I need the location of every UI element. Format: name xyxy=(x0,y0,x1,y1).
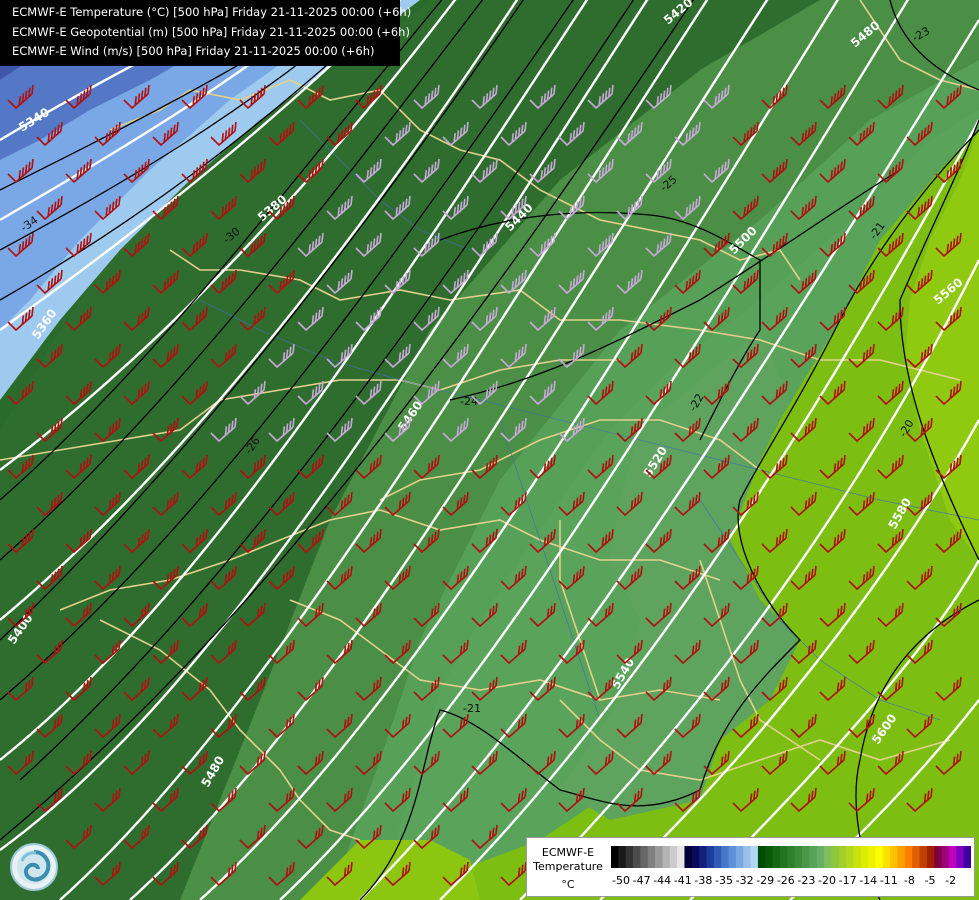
legend-color-swatch xyxy=(868,846,876,868)
legend-color-swatch xyxy=(691,846,700,868)
legend-color-swatch xyxy=(919,846,928,868)
legend-tick-label: -47 xyxy=(632,874,651,887)
legend-color-swatch xyxy=(846,846,854,868)
legend-color-swatch xyxy=(618,846,627,868)
legend-color-swatch xyxy=(677,846,685,868)
legend-tick-label: -23 xyxy=(797,874,816,887)
header-wind-line: ECMWF-E Wind (m/s) [500 hPa] Friday 21-1… xyxy=(12,44,375,58)
legend-color-swatch xyxy=(787,846,796,868)
legend-color-swatch xyxy=(750,846,759,868)
legend-color-swatch xyxy=(904,846,913,868)
legend-color-swatch xyxy=(633,846,641,868)
legend-tick-label: -20 xyxy=(818,874,836,887)
legend-tick-label: -8 xyxy=(903,874,915,887)
legend-color-swatch xyxy=(802,846,810,868)
legend-tick-label: -5 xyxy=(924,874,936,887)
legend-color-swatch xyxy=(713,846,722,868)
logo-icon xyxy=(10,843,58,891)
legend-color-swatch xyxy=(831,846,840,868)
legend-color-swatch xyxy=(684,846,693,868)
temperature-legend: ECMWF-E Temperature °C -50 -47 -44 -41 -38 -3… xyxy=(526,837,975,897)
legend-color-swatch xyxy=(941,846,950,868)
legend-color-swatch xyxy=(926,846,935,868)
legend-color-swatch xyxy=(655,846,663,868)
legend-color-swatch xyxy=(860,846,869,868)
legend-color-swatch xyxy=(897,846,906,868)
legend-title-model: ECMWF-E xyxy=(541,846,595,859)
map-header: ECMWF-E Temperature (°C) [500 hPa] Frida… xyxy=(0,0,412,66)
legend-color-swatch xyxy=(890,846,898,868)
legend-color-swatch xyxy=(743,846,751,868)
legend-color-swatch xyxy=(956,846,965,868)
legend-color-swatch xyxy=(647,846,656,868)
legend-color-swatch xyxy=(699,846,707,868)
legend-color-swatch xyxy=(882,846,891,868)
legend-tick-label: -14 xyxy=(859,874,878,887)
legend-color-swatch xyxy=(838,846,847,868)
temp-label: -21 xyxy=(463,702,481,715)
legend-color-swatch xyxy=(765,846,774,868)
legend-color-swatch xyxy=(934,846,943,868)
weather-map: 5340 5360 5380 5420 5440 5460 5480 5500 … xyxy=(0,0,979,900)
legend-tick-label: -32 xyxy=(735,874,754,887)
legend-color-swatch xyxy=(824,846,832,868)
legend-tick-label: -11 xyxy=(879,874,898,887)
legend-colorbar xyxy=(611,846,971,868)
legend-tick-label: -41 xyxy=(673,874,692,887)
legend-tick-label: -44 xyxy=(653,874,672,887)
legend-ticks: -50 -47 -44 -41 -38 -35 -32 -29 -26 -23 -20 -17 -14-… xyxy=(611,874,971,890)
legend-color-swatch xyxy=(728,846,737,868)
legend-color-swatch xyxy=(721,846,729,868)
legend-color-swatch xyxy=(816,846,825,868)
legend-tick-label: -26 xyxy=(776,874,795,887)
legend-color-swatch xyxy=(662,846,671,868)
legend-tick-label: -50 xyxy=(612,874,630,887)
legend-color-swatch xyxy=(735,846,744,868)
legend-color-swatch xyxy=(611,846,619,868)
legend-color-swatch xyxy=(912,846,920,868)
legend-color-swatch xyxy=(963,846,971,868)
legend-tick-label: -35 xyxy=(715,874,733,887)
header-geopotential-line: ECMWF-E Geopotential (m) [500 hPa] Frida… xyxy=(12,24,410,39)
legend-color-swatch xyxy=(706,846,715,868)
legend-color-swatch xyxy=(875,846,884,868)
legend-tick-label: -29 xyxy=(756,874,775,887)
legend-color-swatch xyxy=(809,846,818,868)
legend-tick-label: -17 xyxy=(838,874,857,887)
legend-color-swatch xyxy=(772,846,781,868)
legend-title-variable: Temperature xyxy=(533,860,603,873)
legend-color-swatch xyxy=(757,846,766,868)
legend-color-swatch xyxy=(794,846,803,868)
legend-color-swatch xyxy=(853,846,862,868)
legend-tick-label: -38 xyxy=(694,874,713,887)
legend-color-swatch xyxy=(640,846,649,868)
legend-unit: °C xyxy=(561,878,575,891)
legend-tick-label: -2 xyxy=(945,874,957,887)
legend-color-swatch xyxy=(625,846,634,868)
temp-label: -24 xyxy=(460,395,478,408)
legend-color-swatch xyxy=(779,846,788,868)
legend-color-swatch xyxy=(948,846,957,868)
header-temperature-line: ECMWF-E Temperature (°C) [500 hPa] Frida… xyxy=(12,5,412,19)
legend-color-swatch xyxy=(669,846,678,868)
